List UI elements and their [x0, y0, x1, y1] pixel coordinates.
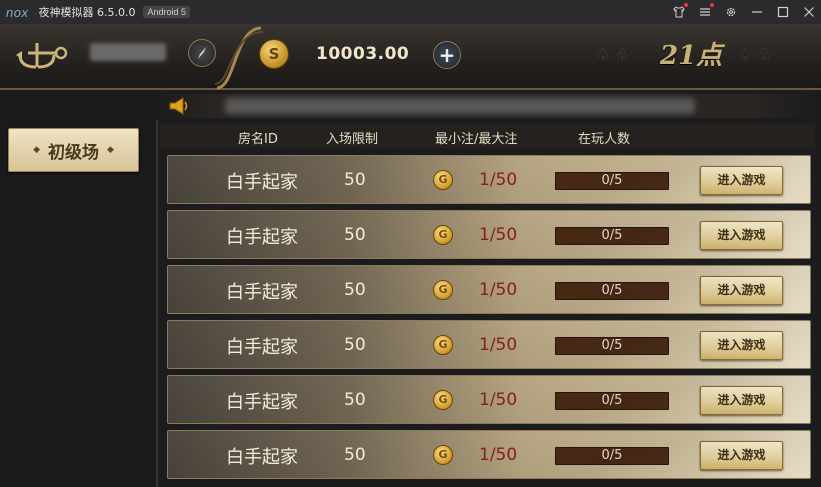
bet-range: 1/50: [479, 225, 518, 245]
tab-beginner-level[interactable]: ◆ 初级场 ◆: [8, 128, 139, 172]
username-blurred: [90, 43, 166, 61]
coin-icon: G: [433, 390, 453, 410]
room-name: 白手起家: [226, 337, 298, 358]
entry-limit: 50: [344, 390, 366, 410]
coin-icon: G: [433, 335, 453, 355]
room-row[interactable]: 白手起家 50 G 1/50 0/5 进入游戏: [167, 265, 811, 314]
room-row[interactable]: 白手起家 50 G 1/50 0/5 进入游戏: [167, 430, 811, 479]
shirt-icon[interactable]: [673, 3, 688, 18]
speaker-icon: [169, 97, 188, 115]
maximize-icon[interactable]: [777, 6, 789, 18]
entry-limit: 50: [344, 280, 366, 300]
add-coins-button[interactable]: +: [433, 41, 461, 69]
entry-limit: 50: [344, 335, 366, 355]
join-game-button[interactable]: 进入游戏: [700, 331, 783, 360]
player-count: 0/5: [555, 447, 669, 465]
entry-limit: 50: [344, 170, 366, 190]
bet-range: 1/50: [479, 170, 518, 190]
room-name: 白手起家: [226, 447, 298, 468]
gear-icon[interactable]: [725, 6, 737, 18]
column-room-id: 房名ID: [238, 132, 278, 147]
level-sidebar: ◆ 初级场 ◆: [0, 120, 158, 487]
player-count: 0/5: [555, 392, 669, 410]
minimize-icon[interactable]: [751, 6, 763, 18]
bet-range: 1/50: [479, 445, 518, 465]
join-game-button[interactable]: 进入游戏: [700, 166, 783, 195]
announcement-text-blurred: [225, 98, 695, 114]
anchor-back-icon[interactable]: [14, 33, 70, 73]
room-row[interactable]: 白手起家 50 G 1/50 0/5 进入游戏: [167, 155, 811, 204]
entry-limit: 50: [344, 445, 366, 465]
suit-decoration-right: ♤ ♧: [738, 45, 772, 64]
room-name: 白手起家: [226, 392, 298, 413]
bet-range: 1/50: [479, 390, 518, 410]
header-divider-curve: [215, 26, 263, 90]
column-min-max-bet: 最小注/最大注: [435, 132, 518, 147]
game-header: S 10003.00 + ♤ ♧ 21点 ♤ ♧: [0, 24, 821, 90]
player-count: 0/5: [555, 227, 669, 245]
room-row[interactable]: 白手起家 50 G 1/50 0/5 进入游戏: [167, 375, 811, 424]
bet-range: 1/50: [479, 280, 518, 300]
android-version-badge: Android 5: [143, 6, 190, 18]
suit-decoration-left: ♤ ♧: [596, 45, 630, 64]
room-name: 白手起家: [226, 172, 298, 193]
tab-beginner-label: 初级场: [48, 142, 99, 163]
diamond-icon: ◆: [33, 145, 40, 155]
column-players: 在玩人数: [578, 132, 631, 147]
bet-range: 1/50: [479, 335, 518, 355]
column-entry-limit: 入场限制: [326, 132, 379, 147]
emulator-titlebar: nox 夜神模拟器 6.5.0.0 Android 5: [0, 0, 821, 24]
join-game-button[interactable]: 进入游戏: [700, 441, 783, 470]
coin-icon: G: [433, 280, 453, 300]
join-game-button[interactable]: 进入游戏: [700, 276, 783, 305]
coin-balance: 10003.00: [316, 44, 410, 64]
coin-icon: G: [433, 445, 453, 465]
room-row[interactable]: 白手起家 50 G 1/50 0/5 进入游戏: [167, 320, 811, 369]
coin-icon: G: [433, 170, 453, 190]
join-game-button[interactable]: 进入游戏: [700, 386, 783, 415]
nox-logo: nox: [6, 4, 29, 20]
player-count: 0/5: [555, 172, 669, 190]
menu-icon[interactable]: [699, 3, 714, 18]
player-count: 0/5: [555, 337, 669, 355]
app-title: 夜神模拟器 6.5.0.0: [38, 6, 136, 19]
room-name: 白手起家: [226, 227, 298, 248]
game-title: 21点: [660, 41, 723, 71]
coin-icon: S: [259, 39, 289, 69]
room-name: 白手起家: [226, 282, 298, 303]
room-row[interactable]: 白手起家 50 G 1/50 0/5 进入游戏: [167, 210, 811, 259]
join-game-button[interactable]: 进入游戏: [700, 221, 783, 250]
diamond-icon: ◆: [107, 145, 114, 155]
close-icon[interactable]: [803, 6, 815, 18]
compass-icon[interactable]: [188, 39, 216, 67]
entry-limit: 50: [344, 225, 366, 245]
player-count: 0/5: [555, 282, 669, 300]
coin-icon: G: [433, 225, 453, 245]
